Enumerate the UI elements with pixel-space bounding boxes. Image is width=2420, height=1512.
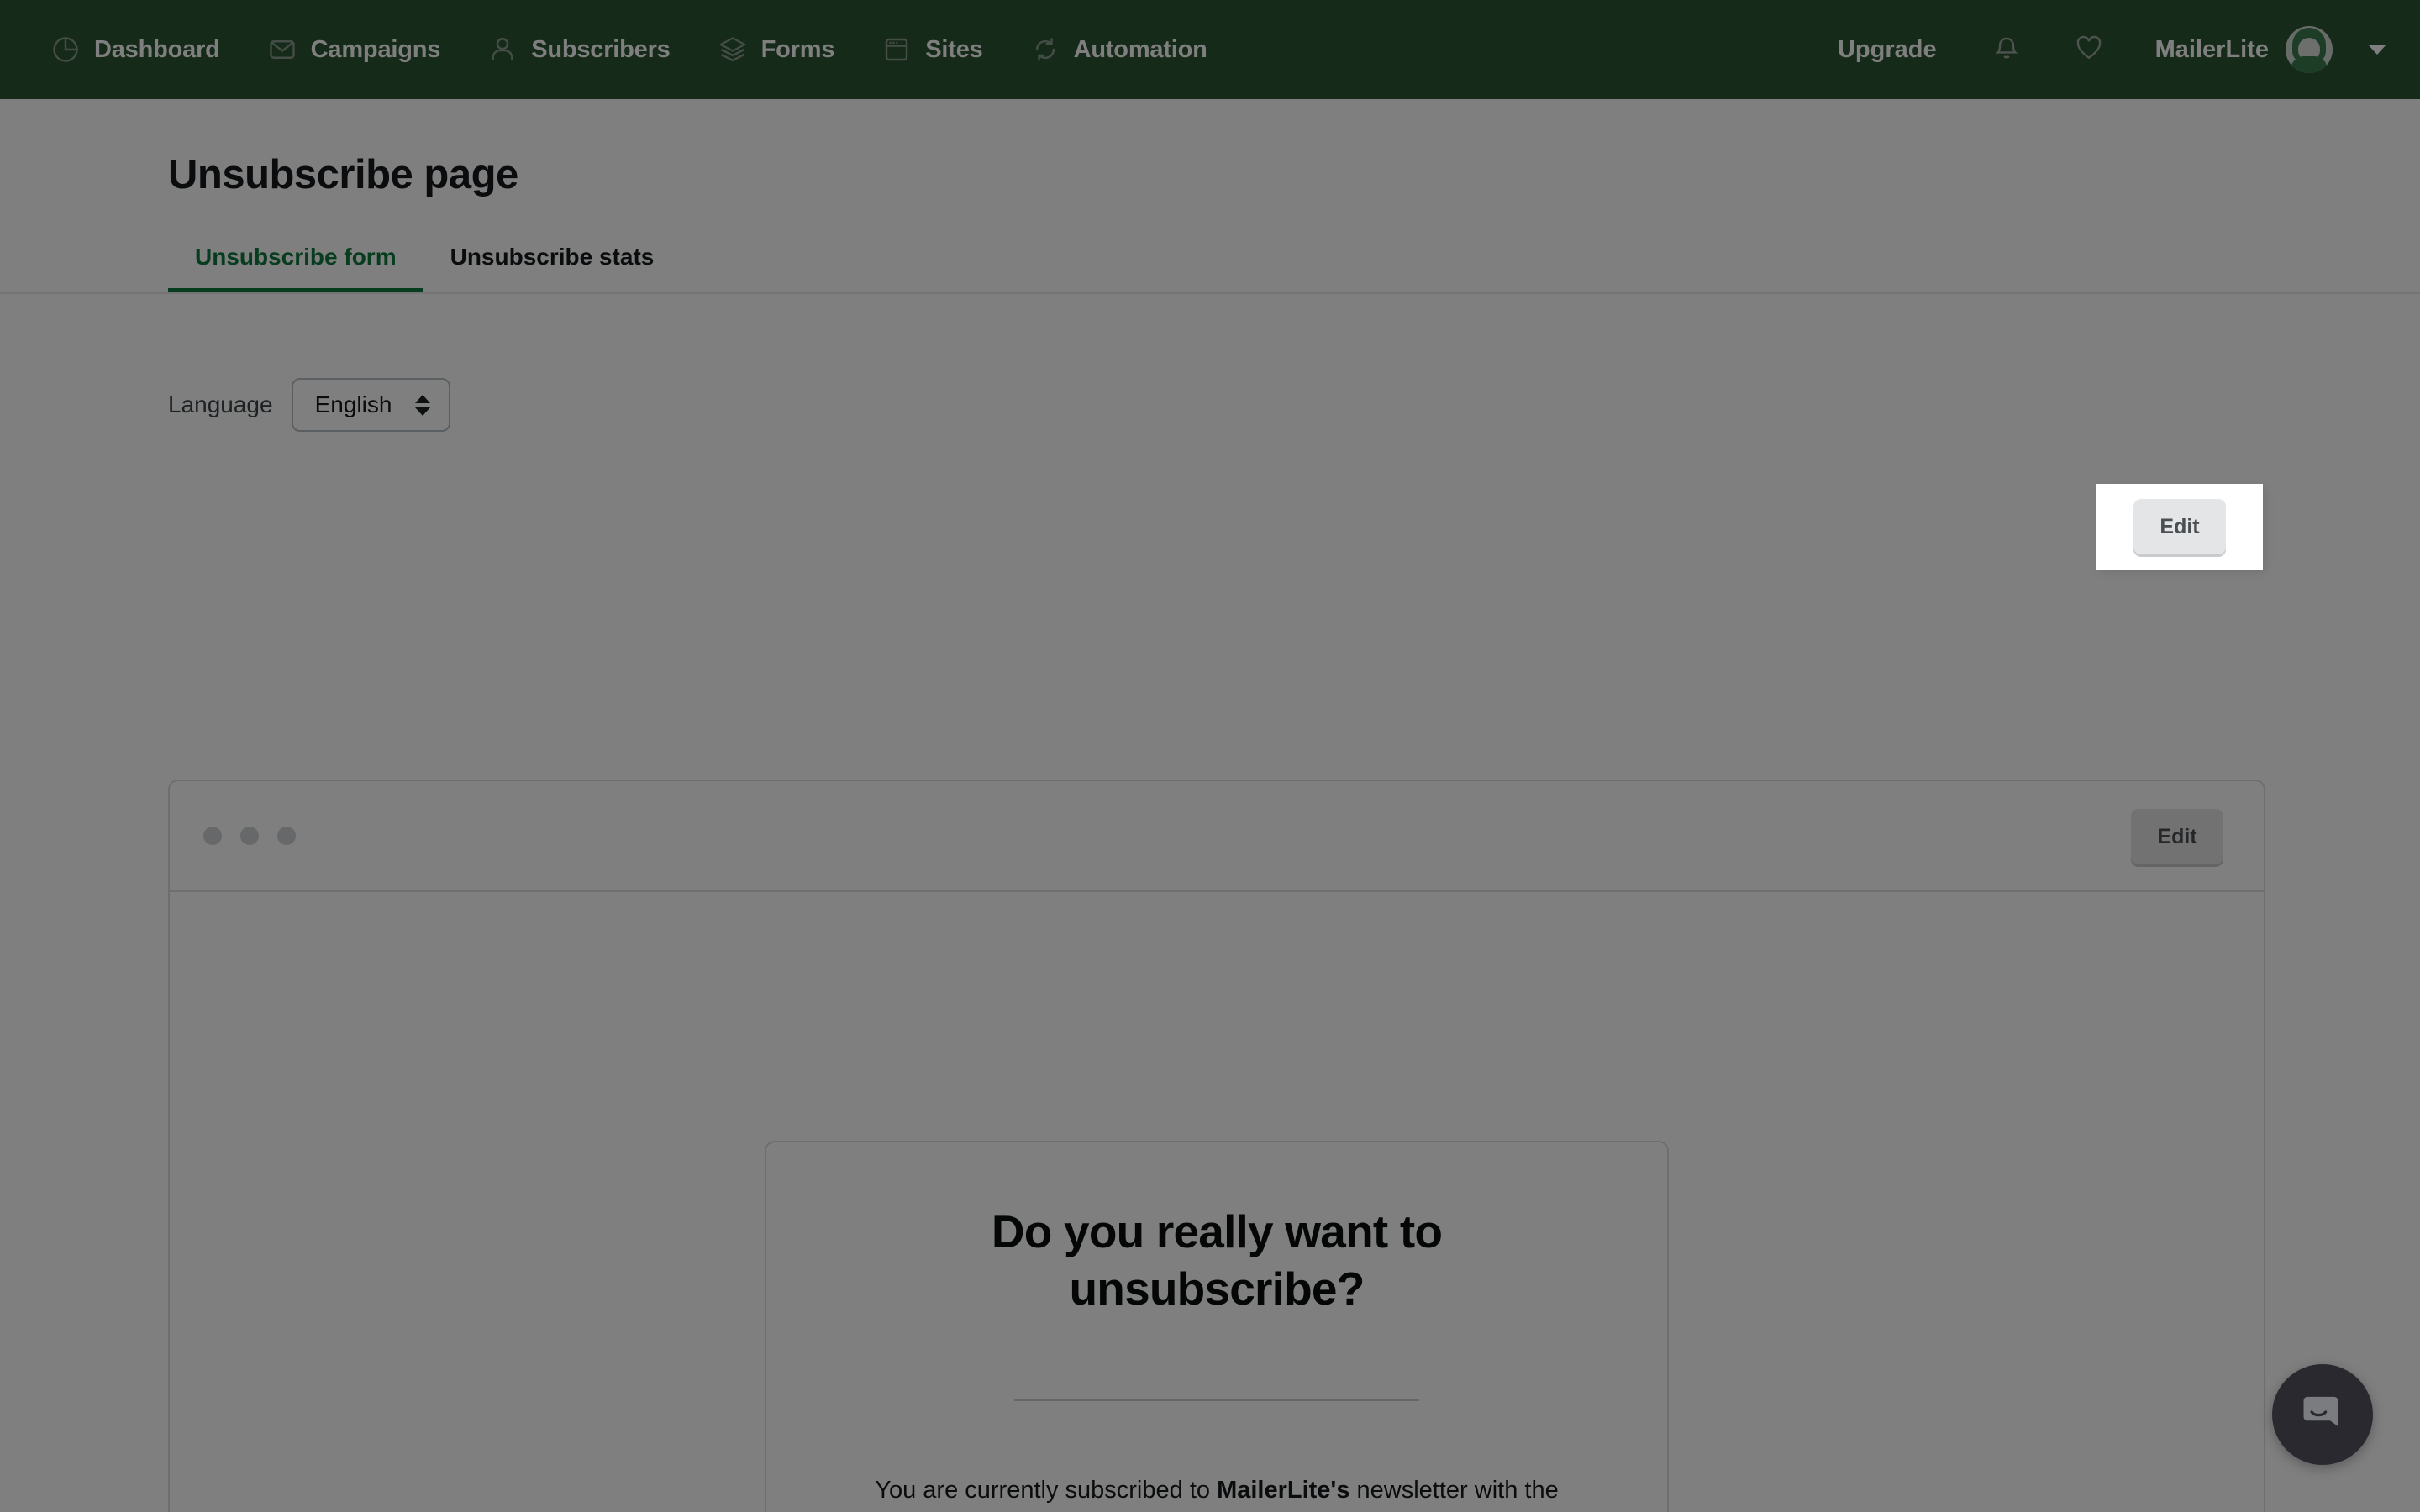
language-select[interactable]: English — [291, 378, 451, 432]
nav-item-sites[interactable]: Sites — [858, 0, 1006, 99]
language-selected-value: English — [314, 391, 392, 417]
edit-button-highlighted[interactable]: Edit — [2133, 499, 2226, 554]
pie-chart-icon — [50, 34, 81, 65]
nav-label-sites: Sites — [925, 35, 983, 63]
account-name: MailerLite — [2154, 35, 2269, 63]
nav-item-automation[interactable]: Automation — [1007, 0, 1231, 99]
divider — [1014, 1399, 1419, 1402]
page-header: Unsubscribe page Unsubscribe form Unsubs… — [0, 99, 2420, 294]
nav-label-campaigns: Campaigns — [310, 35, 441, 63]
edit-button[interactable]: Edit — [2131, 809, 2223, 864]
body-brand: MailerLite's — [1217, 1477, 1350, 1504]
nav-right-cluster: Upgrade MailerLite — [1809, 26, 2420, 73]
envelope-icon — [267, 34, 297, 65]
top-navigation-bar: Dashboard Campaigns Subscribers Forms Si… — [0, 0, 2420, 99]
edit-button-highlight: Edit — [2096, 484, 2263, 570]
window-dot — [203, 827, 222, 845]
favorites-button[interactable] — [2048, 32, 2130, 68]
chevron-down-icon[interactable] — [2368, 45, 2386, 55]
nav-label-subscribers: Subscribers — [531, 35, 671, 63]
nav-label-automation: Automation — [1073, 35, 1207, 63]
tab-bar: Unsubscribe form Unsubscribe stats — [0, 244, 2420, 292]
language-label: Language — [168, 391, 273, 417]
page-content: Language English Edit Do you really want… — [0, 309, 2420, 1512]
unsubscribe-form-card: Do you really want to unsubscribe? You a… — [765, 1141, 1669, 1512]
language-row: Language English — [0, 309, 2420, 432]
window-dot — [240, 827, 259, 845]
avatar — [2286, 26, 2333, 73]
notifications-button[interactable] — [1965, 32, 2048, 68]
nav-item-dashboard[interactable]: Dashboard — [27, 0, 244, 99]
bell-icon — [1991, 32, 2023, 68]
intercom-chat-icon — [2296, 1387, 2349, 1443]
body-prefix: You are currently subscribed to — [875, 1477, 1218, 1504]
tab-unsubscribe-stats[interactable]: Unsubscribe stats — [424, 244, 681, 292]
refresh-cycle-icon — [1030, 34, 1060, 65]
unsubscribe-heading: Do you really want to unsubscribe? — [991, 1205, 1443, 1315]
support-chat-launcher[interactable] — [2272, 1364, 2373, 1465]
heart-icon — [2073, 32, 2105, 68]
window-dot — [277, 827, 296, 845]
nav-item-subscribers[interactable]: Subscribers — [464, 0, 693, 99]
unsubscribe-body-text: You are currently subscribed to MailerLi… — [844, 1473, 1590, 1512]
nav-item-forms[interactable]: Forms — [694, 0, 859, 99]
page-title: Unsubscribe page — [168, 152, 518, 197]
tab-unsubscribe-form[interactable]: Unsubscribe form — [168, 244, 424, 292]
window-dots — [170, 827, 296, 845]
account-menu[interactable]: MailerLite — [2130, 26, 2386, 73]
preview-body: Do you really want to unsubscribe? You a… — [170, 892, 2264, 1512]
layers-icon — [718, 34, 748, 65]
primary-nav: Dashboard Campaigns Subscribers Forms Si… — [0, 0, 1231, 99]
nav-label-dashboard: Dashboard — [94, 35, 220, 63]
up-down-chevrons-icon — [415, 394, 431, 416]
preview-card: Edit Do you really want to unsubscribe? … — [168, 780, 2265, 1512]
nav-label-forms: Forms — [760, 35, 835, 63]
preview-toolbar: Edit — [170, 781, 2264, 892]
upgrade-button[interactable]: Upgrade — [1809, 36, 1965, 64]
app-root: Dashboard Campaigns Subscribers Forms Si… — [0, 0, 2420, 1512]
person-icon — [487, 34, 518, 65]
nav-item-campaigns[interactable]: Campaigns — [244, 0, 465, 99]
browser-window-icon — [881, 34, 912, 65]
